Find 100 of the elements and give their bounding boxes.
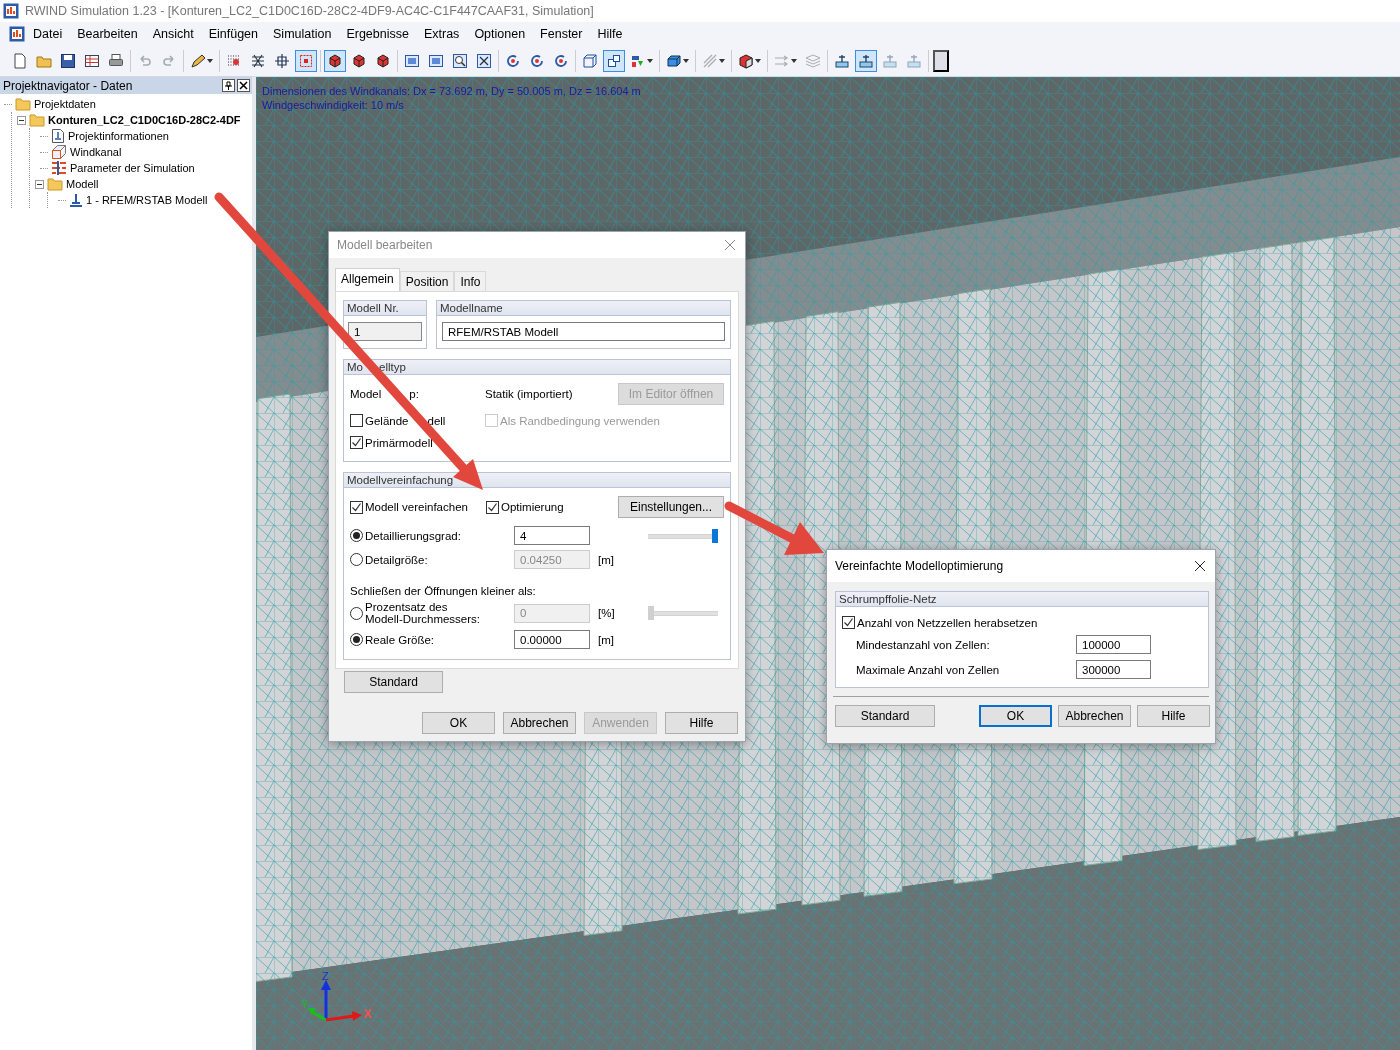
probe-icon [882, 53, 898, 69]
group-title: Modellname [437, 301, 730, 316]
toolbar-button[interactable] [603, 50, 625, 72]
standard-button[interactable]: Standard [344, 671, 443, 693]
dialog-button[interactable]: OK [422, 712, 495, 734]
group-title: elltyp [379, 361, 406, 373]
toolbar-button[interactable] [324, 50, 346, 72]
tree-item[interactable]: Konturen_LC2_C1D0C16D-28C2-4DF [48, 114, 241, 126]
cube-icon [327, 53, 343, 69]
unit-label: [%] [597, 607, 616, 619]
field-label: Mindestanzahl von Zellen: [856, 638, 990, 651]
checkbox[interactable] [350, 414, 363, 427]
pencil-icon [190, 53, 206, 69]
menu-item[interactable]: Ergebnisse [339, 24, 416, 44]
radio-button[interactable] [350, 529, 363, 542]
tab[interactable]: Info [454, 271, 487, 291]
name-field[interactable]: RFEM/RSTAB Modell [442, 322, 725, 341]
probe-icon [906, 53, 922, 69]
axis-label: X [364, 1007, 372, 1021]
group-title: Modell Nr. [344, 301, 426, 316]
radio-button[interactable] [350, 633, 363, 646]
flow-arrows-icon [774, 53, 790, 69]
checkbox[interactable] [486, 500, 499, 514]
rotate-icon [505, 53, 521, 69]
field-label: Model [350, 388, 382, 400]
value-field[interactable]: 0.00000 [514, 630, 590, 649]
checkbox-label: Optimierung [501, 501, 564, 513]
option-label: Prozentsatz des Modell-Durchmessers: [365, 601, 482, 625]
checkbox[interactable] [350, 436, 363, 449]
hatch-icon [702, 53, 718, 69]
tab[interactable]: Allgemein [335, 268, 400, 291]
checkbox-label: Gelände [365, 414, 409, 427]
checkbox[interactable] [842, 616, 855, 629]
app-menu-icon [9, 26, 25, 42]
window-title: RWIND Simulation 1.23 - [Konturen_LC2_C1D0C16D-28C2-4DF9-AC4C-C1F447CAAF31, Simulation] [25, 4, 594, 18]
menu-item[interactable]: Simulation [266, 24, 339, 44]
dialog-button[interactable]: OK [979, 705, 1052, 727]
collapse-toggle[interactable] [35, 179, 44, 189]
close-button[interactable] [237, 79, 250, 92]
checkbox-label: Als Randbedingung verwenden [500, 414, 660, 427]
menu-item[interactable]: Ansicht [145, 24, 201, 44]
close-icon [239, 81, 248, 90]
number-field[interactable]: 300000 [1076, 660, 1151, 679]
section-label: Schließen der Öffnungen kleiner als: [350, 585, 537, 597]
axis-label: Z [322, 970, 329, 982]
info-text: Dimensionen des Windkanals: Dx = 73.692 m, Dy = 50.005 m, Dz = 16.604 m [262, 84, 641, 98]
window-icon [428, 53, 444, 69]
field-value: Statik (importiert) [485, 388, 574, 400]
menu-item[interactable]: Fenster [533, 24, 590, 44]
menu-item[interactable]: Extras [416, 24, 467, 44]
rotate-icon [553, 53, 569, 69]
close-button[interactable] [1193, 559, 1207, 573]
menu-item[interactable]: Datei [26, 24, 70, 44]
caret-icon [791, 59, 797, 63]
standard-button[interactable]: Standard [835, 705, 935, 727]
folder-icon [15, 97, 31, 111]
folder-icon [47, 177, 63, 191]
slider-thumb[interactable] [712, 528, 718, 543]
number-field[interactable]: 100000 [1076, 635, 1151, 654]
tree-item[interactable]: Projektdaten [34, 98, 96, 110]
menu-item[interactable]: Bearbeiten [70, 24, 145, 44]
probe-icon [834, 53, 850, 69]
info-text: Windgeschwindigkeit: 10 m/s [262, 98, 405, 112]
pin-button[interactable] [222, 79, 235, 92]
target-icon [298, 53, 314, 69]
mesh-icon [250, 53, 266, 69]
tree-item[interactable]: Windkanal [70, 146, 122, 158]
folder-icon [36, 53, 52, 69]
tree-item[interactable]: Projektinformationen [68, 130, 169, 142]
caret-icon [683, 59, 689, 63]
cube-icon [375, 53, 391, 69]
box-icon [666, 53, 682, 69]
dialog-button[interactable]: Hilfe [665, 712, 738, 734]
menu-item[interactable]: Optionen [467, 24, 533, 44]
probe-icon [858, 53, 874, 69]
tree-item[interactable]: Parameter der Simulation [70, 162, 195, 174]
frame-icon [606, 53, 622, 69]
menu-item[interactable]: Einfügen [201, 24, 265, 44]
checkbox[interactable] [350, 500, 363, 514]
tree-item[interactable]: 1 - RFEM/RSTAB Modell [86, 194, 208, 206]
y-axis-arrow [308, 1008, 327, 1022]
caret-icon [719, 59, 725, 63]
unit-label: [m] [597, 633, 615, 646]
box-outline-icon [51, 144, 67, 160]
tree-item[interactable]: Modell [66, 178, 99, 190]
number-field[interactable]: 1 [348, 322, 422, 341]
dialog-button[interactable]: Hilfe [1137, 705, 1210, 727]
dialog-button[interactable]: Abbrechen [503, 712, 576, 734]
window-icon [404, 53, 420, 69]
menu-item[interactable]: Hilfe [590, 24, 630, 44]
value-field[interactable]: 4 [514, 526, 590, 545]
collapse-toggle[interactable] [17, 115, 26, 125]
bars-icon [51, 160, 67, 176]
dialog-button[interactable]: Abbrechen [1058, 705, 1131, 727]
fit-arrows-icon [476, 53, 492, 69]
tab[interactable]: Position [399, 271, 455, 291]
table-icon [84, 53, 100, 69]
toolbar-overflow-button[interactable] [933, 50, 949, 72]
checkbox-label: Anzahl von Netzzellen herabsetzen [857, 616, 1038, 629]
settings-button[interactable]: Einstellungen... [618, 496, 724, 518]
